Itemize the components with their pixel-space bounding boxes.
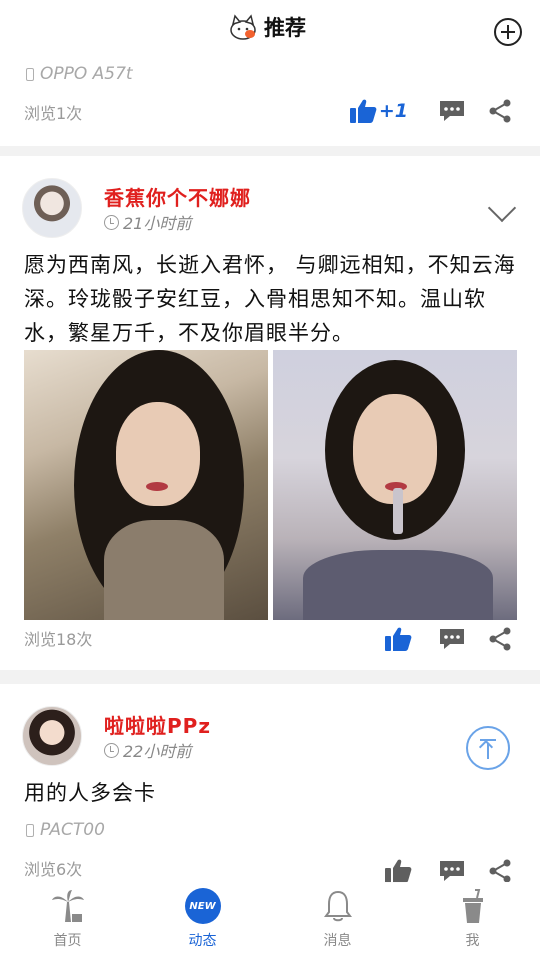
cat-mascot-icon [230, 14, 256, 40]
comment-icon [440, 629, 464, 649]
share-icon [489, 627, 511, 651]
cup-icon [462, 889, 483, 923]
comment-button[interactable] [438, 859, 466, 883]
post-actions [384, 626, 512, 652]
device-name: OPPO A57t [40, 64, 133, 84]
arrow-up-icon [478, 739, 494, 755]
comment-icon [440, 861, 464, 881]
bottom-nav: 首页 NEW 动态 消息 我 [0, 882, 540, 960]
post-card-1: OPPO A57t 浏览1次 +1 [0, 60, 540, 146]
post-photo-2[interactable] [273, 350, 517, 620]
tab-label: 我 [465, 933, 480, 949]
like-button[interactable]: +1 [349, 98, 408, 124]
comment-icon [440, 101, 464, 121]
add-post-icon[interactable] [494, 18, 522, 46]
scroll-to-top-button[interactable] [466, 726, 510, 770]
avatar[interactable] [22, 178, 82, 238]
top-bar: 推荐 [0, 0, 540, 60]
chevron-down-icon[interactable] [487, 193, 517, 223]
tab-me[interactable]: 我 [405, 882, 540, 960]
post-text: 愿为西南风，长逝入君怀， 与卿远相知，不知云海深。玲珑骰子安红豆，入骨相思知不知… [24, 253, 516, 345]
device-name: PACT00 [40, 820, 105, 840]
post-actions: +1 [349, 98, 512, 124]
view-count: 浏览1次 [24, 104, 83, 123]
thumbs-up-icon [349, 99, 377, 123]
tab-feed[interactable]: NEW 动态 [135, 882, 270, 960]
view-count: 浏览6次 [24, 860, 83, 879]
post-device: PACT00 [26, 820, 105, 840]
thumbs-up-icon [385, 627, 412, 651]
header-title: 推荐 [228, 12, 306, 42]
tab-home[interactable]: 首页 [0, 882, 135, 960]
share-button[interactable] [488, 859, 512, 883]
tab-label: 动态 [188, 933, 217, 949]
post-text: 用的人多会卡 [24, 781, 156, 805]
page-title: 推荐 [264, 16, 306, 40]
phone-icon [26, 823, 34, 837]
like-button[interactable] [384, 858, 412, 884]
share-icon [489, 859, 511, 883]
tab-messages[interactable]: 消息 [270, 882, 405, 960]
post-time: 22小时前 [104, 738, 191, 762]
post-time: 21小时前 [104, 210, 191, 234]
post-actions [384, 858, 512, 884]
clock-icon [104, 214, 119, 230]
comment-button[interactable] [438, 627, 466, 651]
username[interactable]: 啦啦啦PPz [104, 710, 211, 739]
share-button[interactable] [488, 99, 512, 123]
like-count: +1 [378, 100, 408, 122]
post-time-text: 22小时前 [123, 742, 192, 761]
like-button[interactable] [384, 626, 412, 652]
post-device: OPPO A57t [26, 64, 133, 84]
comment-button[interactable] [438, 99, 466, 123]
share-button[interactable] [488, 627, 512, 651]
post-card-2: 香蕉你个不娜娜 21小时前 愿为西南风，长逝入君怀， 与卿远相知，不知云海深。玲… [0, 156, 540, 670]
tab-label: 首页 [53, 933, 82, 949]
share-icon [489, 99, 511, 123]
new-badge-icon: NEW [183, 888, 223, 924]
thumbs-up-icon [385, 859, 412, 883]
tab-label: 消息 [323, 933, 352, 949]
bell-icon [323, 890, 352, 922]
post-time-text: 21小时前 [123, 214, 192, 233]
post-photo-1[interactable] [24, 350, 268, 620]
phone-icon [26, 67, 34, 81]
new-badge: NEW [184, 888, 221, 924]
username[interactable]: 香蕉你个不娜娜 [104, 182, 251, 211]
clock-icon [104, 742, 119, 758]
palm-tree-icon [51, 890, 84, 922]
view-count: 浏览18次 [24, 630, 93, 649]
avatar[interactable] [22, 706, 82, 766]
